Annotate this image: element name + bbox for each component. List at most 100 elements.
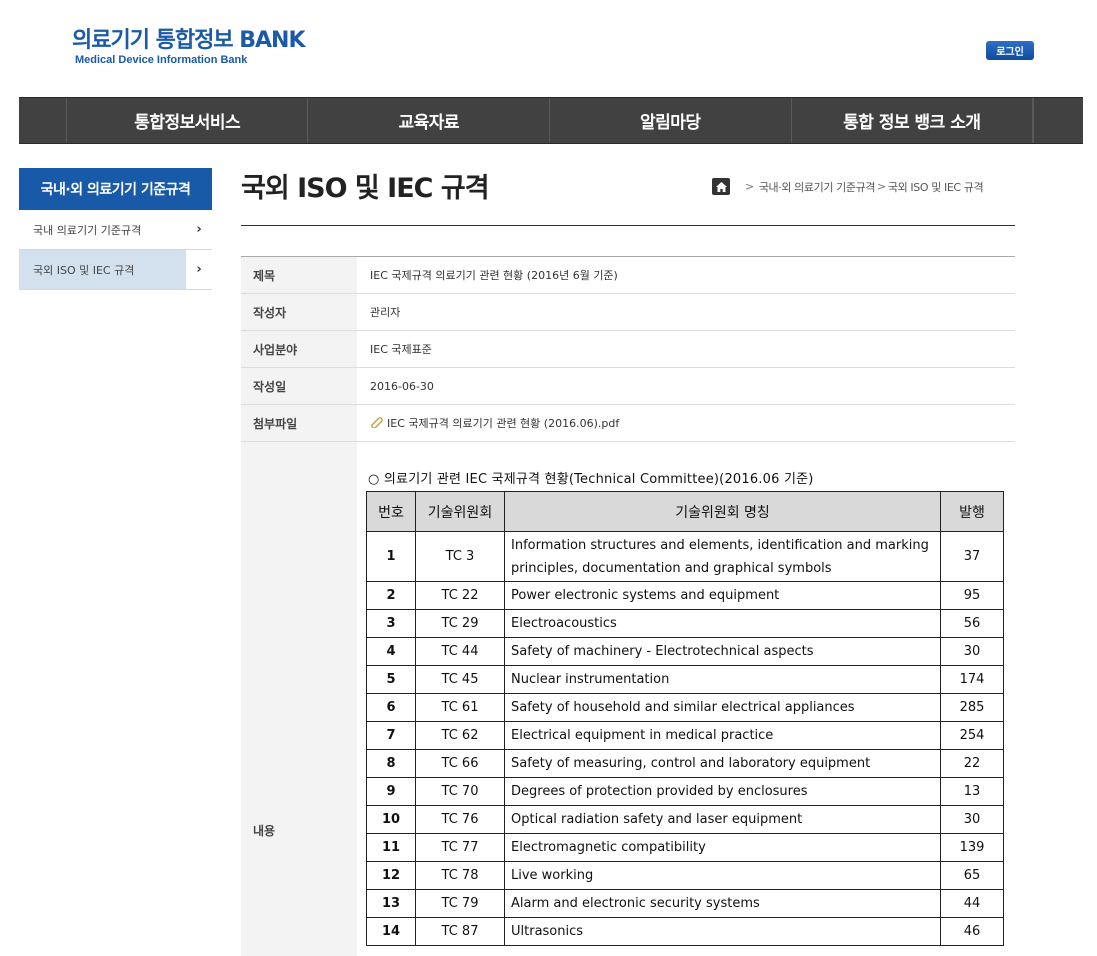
cell-publications: 139 [940,833,1004,862]
page-title: 국외 ISO 및 IEC 규격 [241,173,490,204]
cell-number: 10 [366,805,416,834]
cell-publications: 56 [940,609,1004,638]
cell-number: 3 [366,609,416,638]
field-row-category: 사업분야 IEC 국제표준 [241,331,1015,368]
field-value: 2016-06-30 [370,379,434,393]
cell-committee: TC 3 [415,531,505,582]
paperclip-icon [370,416,383,431]
table-row: 10 TC 76 Optical radiation safety and lase… [366,805,1004,834]
tc-table: 번호 기술위원회 기술위원회 명칭 발행 1 TC 3 Information st… [366,491,1004,946]
attachment-link[interactable]: IEC 국제규격 의료기기 관련 현황 (2016.06).pdf [357,405,1015,441]
login-button[interactable]: 로그인 [986,41,1034,60]
cell-committee-name: Electrical equipment in medical practice [504,721,941,750]
breadcrumb-separator-icon: > [745,180,754,193]
cell-number: 7 [366,721,416,750]
field-label: 작성자 [241,294,357,330]
cell-publications: 37 [940,531,1004,582]
home-icon[interactable] [712,178,730,195]
cell-committee-name: Live working [504,861,941,890]
nav-item-education[interactable]: 교육자료 [308,98,550,143]
cell-publications: 44 [940,889,1004,918]
cell-number: 14 [366,917,416,946]
field-value: IEC 국제규격 의료기기 관련 현황 (2016년 6월 기준) [370,269,618,282]
cell-publications: 30 [940,805,1004,834]
cell-committee-name: Power electronic systems and equipment [504,581,941,610]
cell-committee: TC 77 [415,833,505,862]
site-logo[interactable]: 의료기기 통합정보 BANK Medical Device Informatio… [72,28,305,66]
nav-spacer [1033,98,1083,143]
cell-committee: TC 22 [415,581,505,610]
cell-number: 5 [366,665,416,694]
breadcrumb-item[interactable]: 국외 ISO 및 IEC 규격 [888,179,984,195]
cell-committee: TC 45 [415,665,505,694]
cell-number: 1 [366,531,416,582]
cell-committee-name: Degrees of protection provided by enclos… [504,777,941,806]
nav-item-notice[interactable]: 알림마당 [550,98,792,143]
breadcrumb-separator-icon: > [877,180,886,193]
attachment-filename[interactable]: IEC 국제규격 의료기기 관련 현황 (2016.06).pdf [387,415,619,431]
cell-number: 8 [366,749,416,778]
column-header: 기술위원회 명칭 [504,491,941,532]
table-row: 14 TC 87 Ultrasonics 46 [366,917,1004,946]
field-label: 내용 [241,442,357,956]
sidebar-item-label: 국내 의료기기 기준규격 [33,223,142,237]
cell-publications: 174 [940,665,1004,694]
table-row: 2 TC 22 Power electronic systems and equip… [366,581,1004,610]
post-detail-table: 제목 IEC 국제규격 의료기기 관련 현황 (2016년 6월 기준) 작성자… [241,256,1015,956]
field-label: 작성일 [241,368,357,404]
cell-committee-name: Optical radiation safety and laser equip… [504,805,941,834]
field-row-attachment: 첨부파일 IEC 국제규격 의료기기 관련 현황 (2016.06).pdf [241,405,1015,442]
sidebar-item-label: 국외 ISO 및 IEC 규격 [19,250,186,289]
cell-committee-name: Safety of machinery - Electrotechnical a… [504,637,941,666]
nav-item-about[interactable]: 통합 정보 뱅크 소개 [792,98,1034,143]
sidebar-title: 국내·외 의료기기 기준규격 [19,168,212,210]
cell-publications: 30 [940,637,1004,666]
logo-subtitle: Medical Device Information Bank [75,54,248,66]
cell-committee-name: Electroacoustics [504,609,941,638]
cell-publications: 285 [940,693,1004,722]
table-row: 5 TC 45 Nuclear instrumentation 174 [366,665,1004,694]
table-row: 4 TC 44 Safety of machinery - Electrotechn… [366,637,1004,666]
cell-committee-name: Information structures and elements, ide… [504,531,941,582]
cell-committee: TC 44 [415,637,505,666]
cell-committee: TC 87 [415,917,505,946]
breadcrumb-item[interactable]: 국내·외 의료기기 기준규격 [759,179,876,195]
cell-committee-name: Ultrasonics [504,917,941,946]
cell-committee: TC 76 [415,805,505,834]
cell-committee-name: Alarm and electronic security systems [504,889,941,918]
table-row: 8 TC 66 Safety of measuring, control and l… [366,749,1004,778]
table-row: 1 TC 3 Information structures and elements… [366,531,1004,582]
cell-number: 6 [366,693,416,722]
cell-committee: TC 29 [415,609,505,638]
table-row: 9 TC 70 Degrees of protection provided by … [366,777,1004,806]
post-content: ○ 의료기기 관련 IEC 국제규격 현황(Technical Committe… [357,442,1015,956]
field-row-content: 내용 ○ 의료기기 관련 IEC 국제규격 현황(Technical Commi… [241,442,1015,956]
column-header: 발행 [940,491,1004,532]
table-row: 3 TC 29 Electroacoustics 56 [366,609,1004,638]
logo-title: 의료기기 통합정보 BANK [72,28,305,53]
table-row: 13 TC 79 Alarm and electronic security sys… [366,889,1004,918]
cell-number: 2 [366,581,416,610]
column-header: 기술위원회 [415,491,505,532]
sidebar-item-iso-iec-standards[interactable]: 국외 ISO 및 IEC 규격 › [19,250,212,290]
content-caption: ○ 의료기기 관련 IEC 국제규격 현황(Technical Committe… [368,472,814,487]
cell-number: 4 [366,637,416,666]
field-label: 제목 [241,257,357,293]
title-divider [241,225,1015,226]
cell-committee: TC 78 [415,861,505,890]
nav-item-services[interactable]: 통합정보서비스 [67,98,309,143]
cell-publications: 22 [940,749,1004,778]
cell-publications: 65 [940,861,1004,890]
chevron-right-icon: › [196,222,202,237]
sidebar-item-domestic-standards[interactable]: 국내 의료기기 기준규격 › [19,210,212,250]
cell-publications: 46 [940,917,1004,946]
cell-committee-name: Safety of household and similar electric… [504,693,941,722]
cell-committee: TC 61 [415,693,505,722]
field-row-author: 작성자 관리자 [241,294,1015,331]
field-value: 관리자 [370,306,401,319]
table-row: 12 TC 78 Live working 65 [366,861,1004,890]
cell-committee-name: Electromagnetic compatibility [504,833,941,862]
table-row: 6 TC 61 Safety of household and similar el… [366,693,1004,722]
main-navigation: 통합정보서비스 교육자료 알림마당 통합 정보 뱅크 소개 [19,97,1083,144]
table-row: 11 TC 77 Electromagnetic compatibility 139 [366,833,1004,862]
